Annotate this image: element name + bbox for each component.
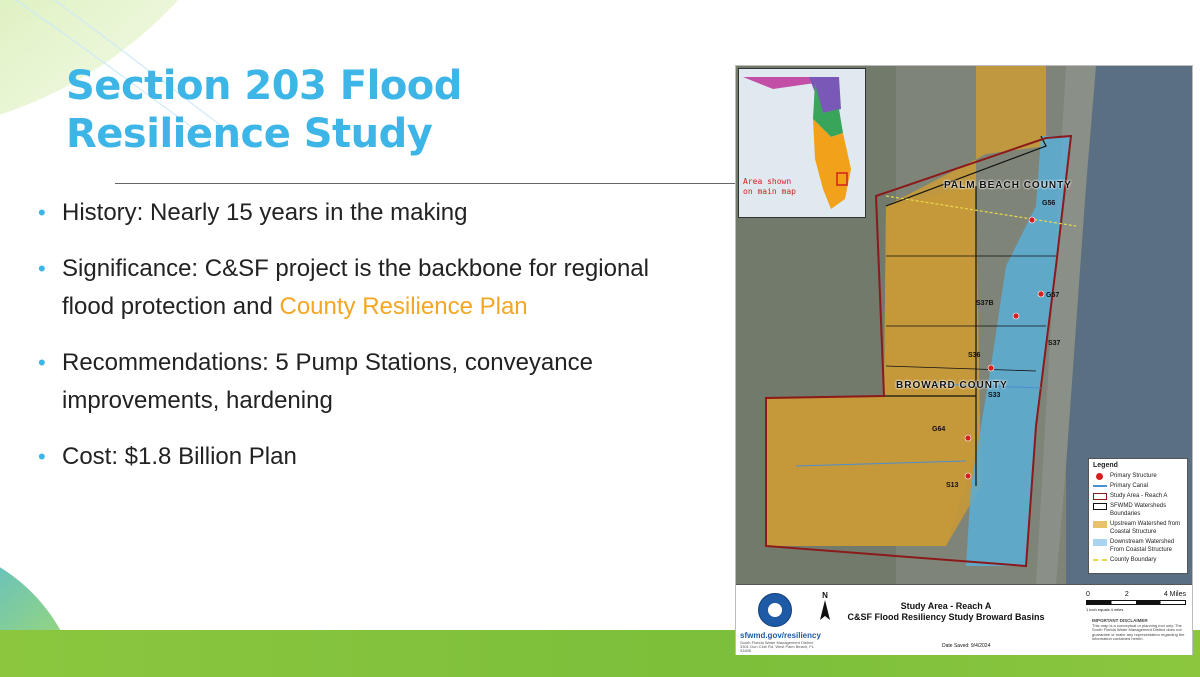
bullet-cost: • Cost: $1.8 Billion Plan (38, 438, 698, 476)
structure-label-s37b: S37B (976, 300, 994, 307)
florida-inset-map: Area shown on main map (738, 68, 866, 218)
legend-label: County Boundary (1110, 557, 1157, 563)
sfwmd-logo-icon (758, 593, 792, 627)
legend-label: Primary Structure (1110, 473, 1157, 479)
legend-label: Upstream Watershed from Coastal Structur… (1110, 521, 1181, 535)
bullet-dot-icon: • (38, 350, 46, 375)
slide-title: Section 203 Flood Resilience Study (66, 62, 462, 158)
bullet-recommendations: • Recommendations: 5 Pump Stations, conv… (38, 344, 698, 420)
legend-item: Downstream Watershed From Coastal Struct… (1093, 538, 1183, 554)
title-line-1: Section 203 Flood (66, 63, 462, 109)
structure-label-s37: S37 (1048, 340, 1061, 347)
legend-item: Study Area - Reach A (1093, 492, 1183, 500)
bullet-accent-text: County Resilience Plan (279, 293, 528, 320)
map-legend: Legend Primary Structure Primary Canal S… (1088, 458, 1188, 574)
structure-label-g56: G56 (1042, 200, 1056, 207)
scale-labels: 0 2 4 Miles (1086, 591, 1186, 598)
scale-label: 4 Miles (1163, 591, 1186, 598)
bullet-significance: • Significance: C&SF project is the back… (38, 250, 698, 326)
scale-label: 2 (1124, 591, 1129, 598)
north-arrow-icon: N (818, 591, 832, 627)
north-label: N (822, 591, 828, 600)
legend-item: Primary Canal (1093, 482, 1183, 490)
broward-county-label: BROWARD COUNTY (896, 380, 1008, 391)
title-line-2: Resilience Study (66, 111, 433, 157)
disclaimer-text: This map is a conceptual or planning too… (1092, 622, 1185, 641)
scale-bar: 0 2 4 Miles 1 inch equals 4 miles (1086, 591, 1186, 612)
date-saved: Date Saved: 9/4/2024 (942, 643, 991, 649)
primary-canal-icon (1093, 485, 1107, 487)
primary-structure-icon (1096, 473, 1103, 480)
structure-label-s13: S13 (946, 482, 959, 489)
legend-label: Downstream Watershed From Coastal Struct… (1110, 539, 1175, 553)
inset-label: Area shown on main map (743, 177, 796, 196)
structure-label-g64: G64 (932, 426, 946, 433)
county-boundary-icon (1093, 559, 1107, 561)
slide: Section 203 Flood Resilience Study • His… (0, 0, 1200, 677)
bullet-text: Recommendations: 5 Pump Stations, convey… (62, 349, 593, 414)
bullet-history: • History: Nearly 15 years in the making (38, 194, 698, 232)
map-title-line-2: C&SF Flood Resiliency Study Broward Basi… (847, 612, 1045, 622)
scale-bar-graphic (1086, 600, 1186, 605)
bullet-dot-icon: • (38, 256, 46, 281)
legend-label: Study Area - Reach A (1110, 493, 1168, 499)
bullet-text: History: Nearly 15 years in the making (62, 199, 468, 226)
map-disclaimer: IMPORTANT DISCLAIMER This map is a conce… (1092, 618, 1188, 642)
legend-item: County Boundary (1093, 556, 1183, 564)
legend-label: SFWMD Watersheds Boundaries (1110, 503, 1167, 517)
map-title-line-1: Study Area - Reach A (900, 601, 992, 611)
logo-url: sfwmd.gov/resiliency (740, 631, 821, 640)
bullet-list: • History: Nearly 15 years in the making… (38, 194, 698, 494)
map-title-block: sfwmd.gov/resiliency South Florida Water… (736, 584, 1192, 655)
study-area-map: Area shown on main map PALM BEACH COUNTY… (735, 65, 1193, 655)
watershed-boundary-icon (1093, 503, 1107, 510)
title-divider (115, 183, 737, 184)
map-title: Study Area - Reach A C&SF Flood Resilien… (836, 601, 1056, 623)
structure-label-s33: S33 (988, 392, 1001, 399)
logo-address: South Florida Water Management District … (740, 640, 814, 653)
palm-beach-county-label: PALM BEACH COUNTY (944, 180, 1072, 191)
upstream-watershed-icon (1093, 521, 1107, 528)
scale-note: 1 inch equals 4 miles (1086, 607, 1124, 612)
scale-label: 0 (1086, 591, 1090, 598)
bullet-text: Cost: $1.8 Billion Plan (62, 443, 297, 470)
bullet-dot-icon: • (38, 444, 46, 469)
legend-title: Legend (1093, 462, 1118, 469)
legend-item: Primary Structure (1093, 472, 1183, 480)
legend-item: Upstream Watershed from Coastal Structur… (1093, 520, 1183, 536)
structure-label-s36: S36 (968, 352, 981, 359)
downstream-watershed-icon (1093, 539, 1107, 546)
legend-item: SFWMD Watersheds Boundaries (1093, 502, 1183, 518)
study-area-icon (1093, 493, 1107, 500)
north-arrow-graphic (820, 600, 830, 620)
bullet-dot-icon: • (38, 200, 46, 225)
legend-label: Primary Canal (1110, 483, 1149, 489)
structure-label-g57: G57 (1046, 292, 1060, 299)
